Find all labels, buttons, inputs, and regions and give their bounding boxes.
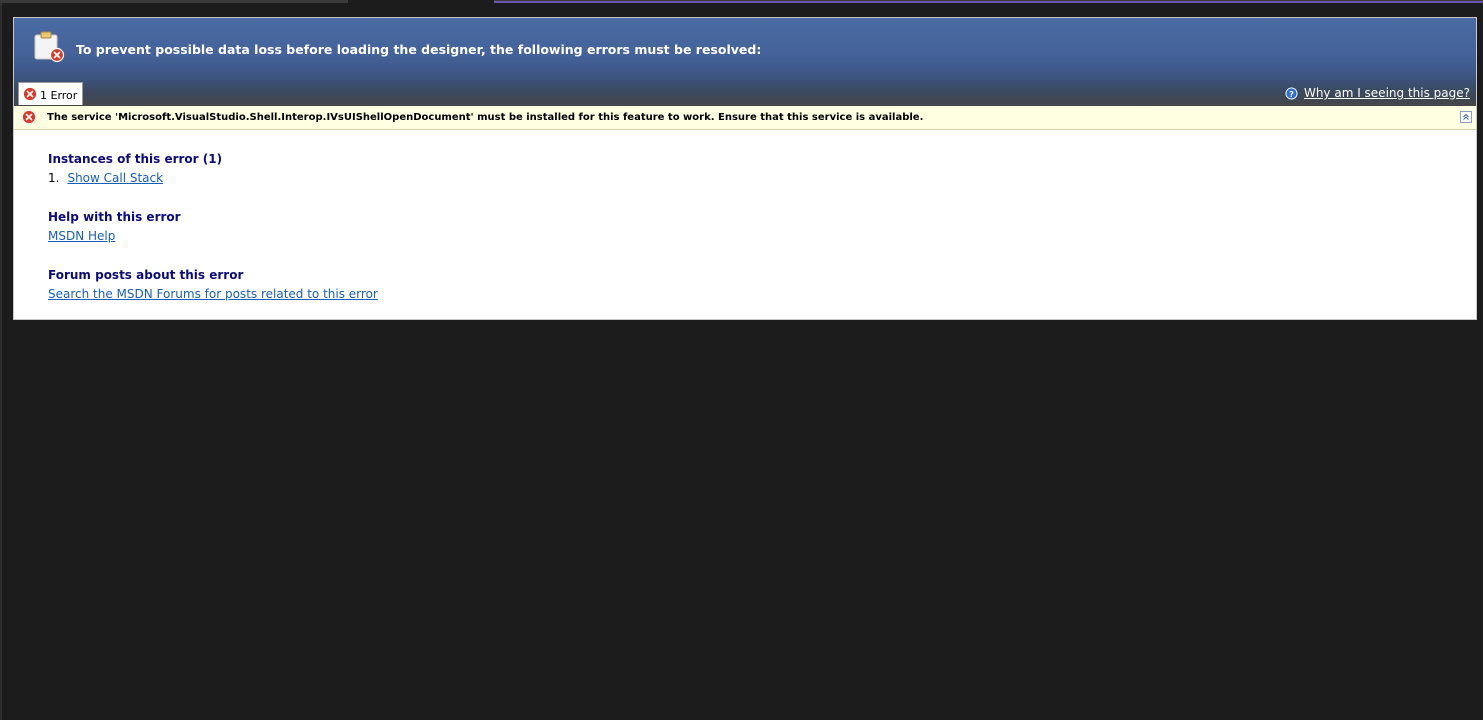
error-icon: [23, 87, 37, 101]
window-top-border: [0, 0, 1483, 3]
help-row: MSDN Help: [48, 227, 1476, 246]
help-heading: Help with this error: [48, 210, 181, 224]
error-message-bar: The service 'Microsoft.VisualStudio.Shel…: [14, 106, 1476, 130]
designer-error-panel: To prevent possible data loss before loa…: [13, 17, 1477, 320]
tab-errors-label: 1 Error: [40, 89, 78, 102]
instance-number: 1.: [48, 171, 60, 185]
window-accent-line: [494, 1, 1483, 3]
active-tab-indicator: [348, 0, 494, 3]
instances-heading: Instances of this error (1): [48, 152, 223, 166]
collapse-icon[interactable]: [1460, 111, 1472, 123]
help-icon: ?: [1285, 86, 1298, 100]
msdn-help-link[interactable]: MSDN Help: [48, 229, 115, 243]
show-call-stack-link[interactable]: Show Call Stack: [67, 171, 163, 185]
error-header: To prevent possible data loss before loa…: [14, 18, 1476, 106]
forum-heading: Forum posts about this error: [48, 268, 244, 282]
instance-item: 1. Show Call Stack: [48, 169, 1476, 188]
error-header-title: To prevent possible data loss before loa…: [76, 42, 762, 57]
window-left-edge: [0, 3, 2, 720]
error-details: Instances of this error (1) 1. Show Call …: [48, 149, 1476, 323]
clipboard-error-icon: [34, 31, 65, 63]
why-am-i-seeing-this-link[interactable]: Why am I seeing this page?: [1304, 86, 1470, 100]
error-icon: [22, 110, 36, 124]
msdn-forums-link[interactable]: Search the MSDN Forums for posts related…: [48, 287, 378, 301]
tab-errors[interactable]: 1 Error: [18, 82, 84, 105]
error-message-text: The service 'Microsoft.VisualStudio.Shel…: [47, 112, 924, 123]
why-link-group: ? Why am I seeing this page?: [1285, 86, 1470, 100]
forum-row: Search the MSDN Forums for posts related…: [48, 285, 1476, 304]
svg-text:?: ?: [1289, 88, 1294, 98]
